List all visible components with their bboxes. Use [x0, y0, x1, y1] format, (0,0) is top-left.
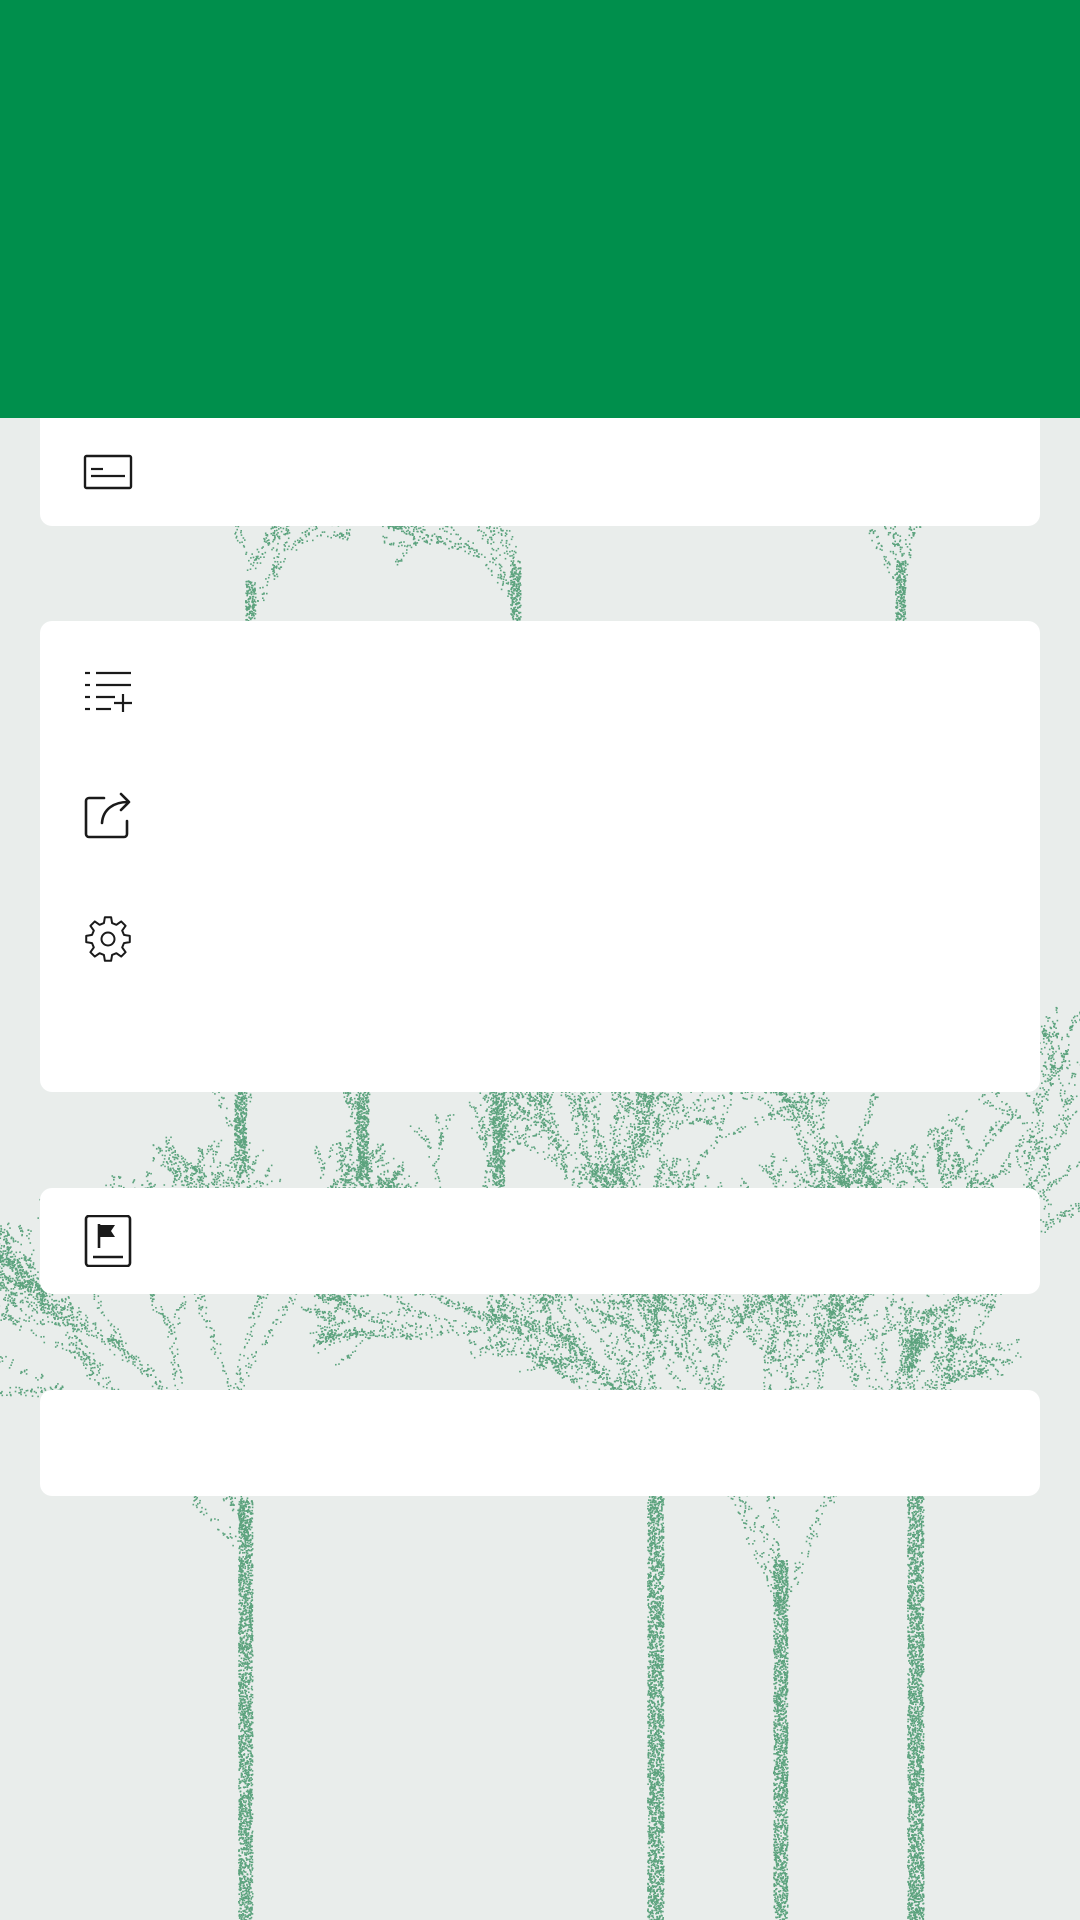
- subtitles-row[interactable]: [40, 422, 1040, 522]
- menu-card-4: [40, 1390, 1040, 1496]
- playlist-add-icon: [82, 667, 134, 719]
- report-row[interactable]: [40, 1191, 1040, 1291]
- subtitles-icon: [82, 446, 134, 498]
- settings-gear-icon: [82, 913, 134, 965]
- add-to-playlist-row[interactable]: [40, 647, 1040, 747]
- header-banner: [0, 0, 1080, 418]
- share-icon: [82, 789, 134, 841]
- menu-card-1: [40, 418, 1040, 526]
- settings-row[interactable]: [40, 893, 1040, 993]
- report-flag-icon: [82, 1215, 134, 1267]
- menu-card-2: [40, 621, 1040, 1092]
- share-row[interactable]: [40, 767, 1040, 867]
- menu-card-3: [40, 1188, 1040, 1294]
